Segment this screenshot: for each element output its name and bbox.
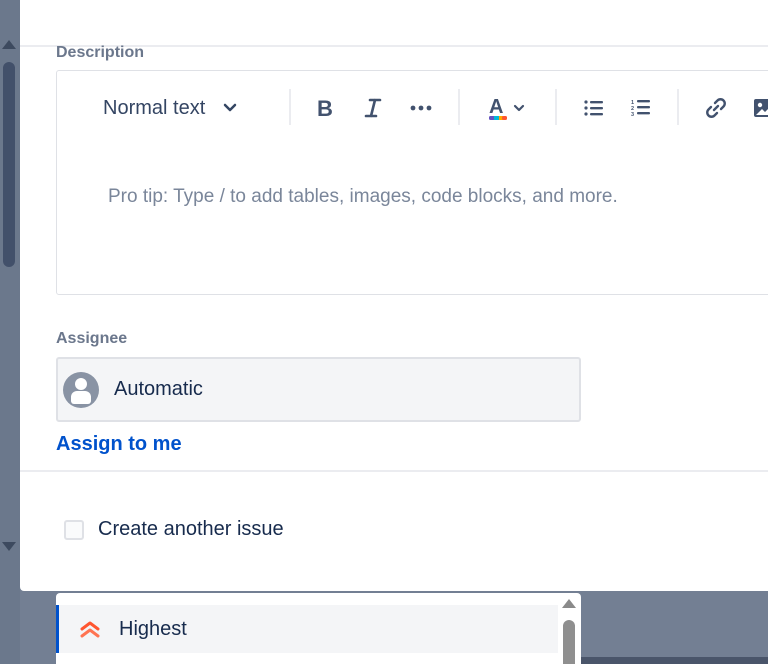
dropdown-scrollbar-thumb[interactable] [563, 620, 575, 664]
image-button[interactable] [747, 91, 768, 125]
create-issue-modal: Description Normal text B A 1 2 3 Pro ti… [20, 0, 768, 591]
bold-button[interactable]: B [309, 91, 341, 125]
toolbar-separator [458, 89, 460, 125]
toolbar-separator [289, 89, 291, 125]
description-placeholder: Pro tip: Type / to add tables, images, c… [108, 186, 618, 207]
text-color-button[interactable]: A [481, 91, 531, 125]
scroll-down-arrow-icon[interactable] [2, 542, 16, 551]
italic-button[interactable] [357, 91, 389, 125]
assign-to-me-link[interactable]: Assign to me [56, 433, 182, 456]
chevron-down-icon [224, 103, 237, 112]
toolbar-separator [555, 89, 557, 125]
editor-toolbar: Normal text B A 123 [57, 71, 768, 145]
text-style-dropdown[interactable]: Normal text [103, 91, 263, 125]
bold-icon: B [317, 97, 333, 119]
dropdown-scroll-up-icon[interactable] [562, 599, 576, 608]
italic-icon [364, 98, 382, 118]
page-scrollbar-thumb[interactable] [3, 62, 15, 267]
create-another-issue-row[interactable]: Create another issue [64, 518, 284, 541]
chevron-down-icon [513, 104, 525, 112]
description-editor[interactable]: Normal text B A 123 Pro tip: Type / to a… [56, 70, 768, 295]
assignee-value: Automatic [114, 378, 203, 400]
svg-text:B: B [317, 97, 333, 119]
assignee-label: Assignee [56, 330, 128, 347]
scroll-up-arrow-icon[interactable] [2, 40, 16, 49]
text-color-icon: A [489, 96, 507, 120]
bullet-list-icon [584, 100, 603, 116]
numbered-list-button[interactable]: 123 [624, 91, 658, 125]
priority-highest-icon [80, 621, 100, 638]
bullet-list-button[interactable] [577, 91, 611, 125]
page-scrollbar-track[interactable] [0, 0, 20, 664]
footer-divider [20, 470, 768, 472]
more-formatting-button[interactable] [405, 91, 437, 125]
svg-text:3: 3 [631, 112, 634, 117]
numbered-list-icon: 123 [631, 100, 650, 117]
description-label: Description [56, 44, 145, 61]
text-style-label: Normal text [103, 96, 206, 119]
priority-option-highest[interactable]: Highest [56, 605, 558, 653]
link-icon [706, 98, 726, 118]
svg-text:A: A [489, 96, 503, 118]
create-another-issue-label: Create another issue [98, 518, 284, 540]
assignee-select[interactable]: Automatic [56, 357, 581, 422]
priority-option-label: Highest [119, 617, 187, 640]
link-button[interactable] [699, 91, 733, 125]
toolbar-separator [677, 89, 679, 125]
image-icon [754, 99, 768, 117]
create-another-issue-checkbox[interactable] [64, 519, 84, 540]
background-overlay-edge [581, 657, 768, 664]
avatar-icon [63, 371, 99, 408]
priority-dropdown-menu: Highest [56, 593, 581, 664]
more-icon [410, 105, 432, 111]
